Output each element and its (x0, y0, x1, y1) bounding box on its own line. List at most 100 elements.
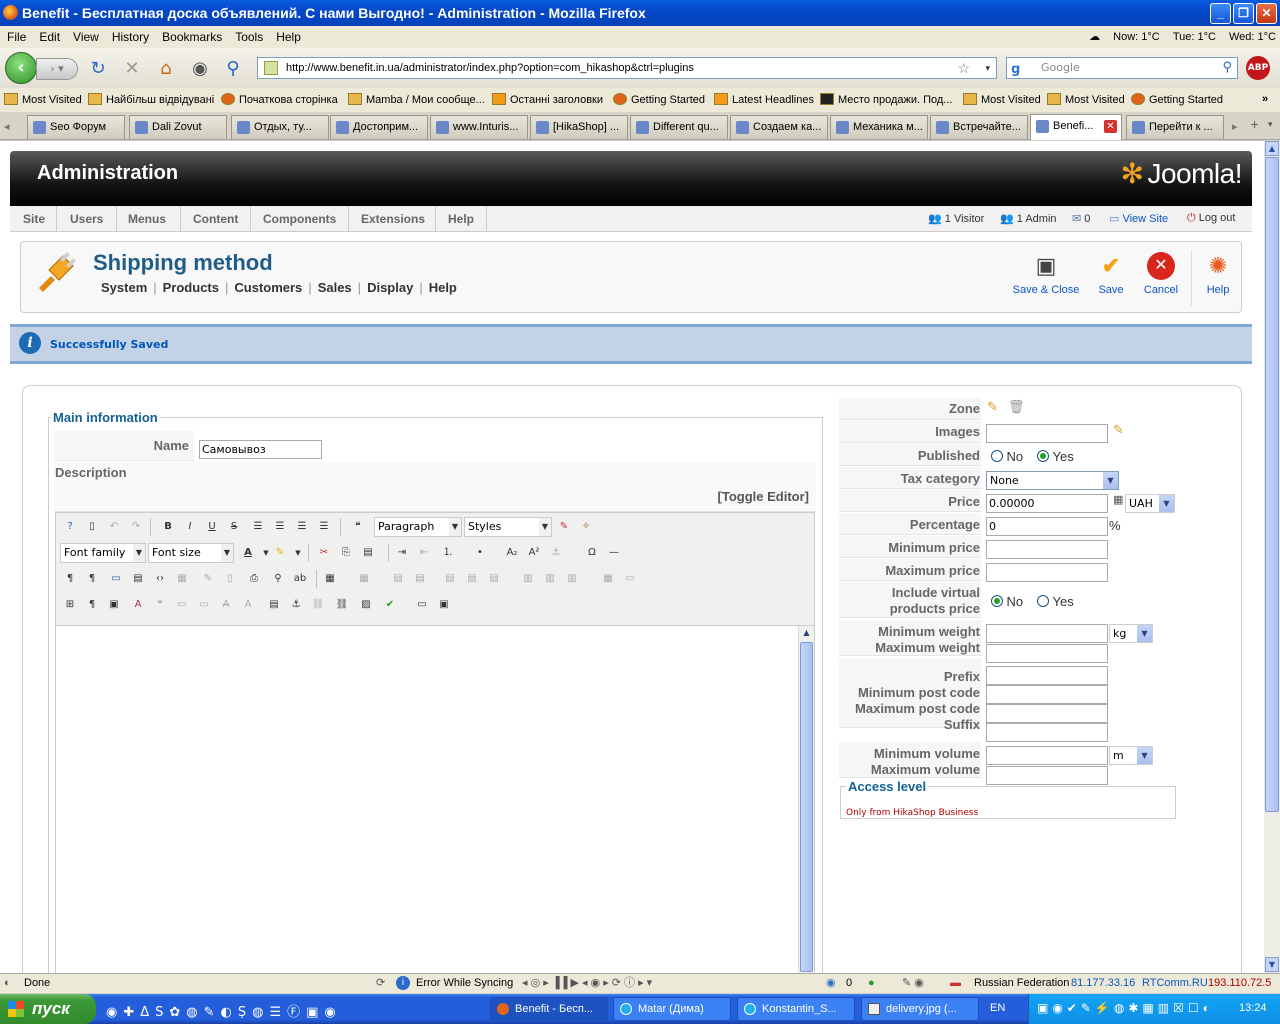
maximum-weight-input[interactable] (986, 644, 1108, 663)
editor-help-icon[interactable]: ? (60, 517, 80, 537)
tab[interactable]: Seo Форум (27, 115, 125, 139)
template-icon[interactable]: ▦ (172, 569, 192, 589)
new-document-icon[interactable]: ▯ (82, 517, 102, 537)
page-scroll-thumb[interactable] (1265, 157, 1279, 812)
paragraph-format-select[interactable]: Paragraph ▼ (374, 517, 462, 537)
tab[interactable]: Достоприм... (330, 115, 428, 139)
menu-tools[interactable]: Tools (228, 26, 269, 44)
admin-menu-content[interactable]: Content (193, 212, 238, 226)
strikethrough-icon[interactable]: S (224, 517, 244, 537)
bookmark-item[interactable]: Getting Started (613, 93, 705, 106)
ins-icon[interactable]: A (238, 595, 258, 615)
url-dropdown-icon[interactable]: ▾ (985, 58, 990, 78)
text-color-icon[interactable]: A (238, 543, 258, 563)
virtual-yes-radio[interactable] (1037, 595, 1049, 607)
menu-help[interactable]: Help (269, 26, 307, 44)
cite-icon[interactable]: ✎ (198, 569, 218, 589)
published-no-option[interactable]: No (991, 449, 1023, 464)
menu-view[interactable]: View (66, 26, 105, 44)
bookmark-item[interactable]: Getting Started (1131, 93, 1223, 106)
row-before-icon[interactable]: ▤ (440, 569, 460, 589)
acronym-icon[interactable]: ▭ (172, 595, 192, 615)
tab-scroll-left-icon[interactable]: ◂ (4, 120, 10, 133)
minimum-volume-input[interactable] (986, 746, 1108, 765)
bookmark-star-icon[interactable]: ☆ (957, 58, 970, 78)
find-icon[interactable]: ⚲ (268, 569, 288, 589)
bookmark-item[interactable]: Останні заголовки (492, 93, 603, 106)
admin-menu-users[interactable]: Users (70, 212, 103, 226)
edit-icon[interactable]: ✎ (1113, 423, 1124, 438)
minimum-price-input[interactable] (986, 540, 1108, 559)
del-icon[interactable]: A (216, 595, 236, 615)
attributes-icon[interactable]: ▤ (264, 595, 284, 615)
sync-icon[interactable]: ⟳ (376, 974, 385, 993)
ip-address-2[interactable]: 193.110.72.5 (1208, 974, 1271, 993)
underline-icon[interactable]: U (202, 517, 222, 537)
submenu-system[interactable]: System (98, 280, 150, 295)
spellcheck-icon[interactable]: ✔ (380, 595, 400, 615)
bookmark-item[interactable]: Место продажи. Под... (820, 93, 952, 106)
bookmarks-overflow-icon[interactable]: » (1262, 93, 1268, 105)
published-no-radio[interactable] (991, 450, 1003, 462)
ip-address-1[interactable]: 81.177.33.16 (1071, 974, 1135, 993)
minimize-button[interactable]: _ (1210, 3, 1231, 24)
volume-unit-select[interactable]: m ▼ (1109, 746, 1153, 765)
rtl-icon[interactable]: ¶ (82, 569, 102, 589)
maximum-price-input[interactable] (986, 563, 1108, 582)
print-icon[interactable]: ⎙ (244, 569, 264, 589)
admin-menu-menus[interactable]: Menus (128, 212, 166, 226)
bookmark-item[interactable]: Latest Headlines (714, 93, 814, 106)
unlink-icon[interactable]: ⛓ (308, 595, 328, 615)
magnifier-icon[interactable]: ⚲ (1222, 58, 1232, 78)
italic-icon[interactable]: I (180, 517, 200, 537)
highlight-icon[interactable]: ✎ (270, 543, 290, 563)
currency-select[interactable]: UAH ▼ (1125, 494, 1175, 513)
styles-select[interactable]: Styles ▼ (464, 517, 552, 537)
images-field[interactable] (986, 424, 1108, 443)
tab-list-icon[interactable]: ▾ (1268, 120, 1273, 130)
price-input[interactable]: 0.00000 (986, 494, 1108, 513)
tab[interactable]: Перейти к ... (1126, 115, 1224, 139)
submenu-products[interactable]: Products (160, 280, 222, 295)
image-icon[interactable]: ▨ (356, 595, 376, 615)
col-before-icon[interactable]: ▥ (518, 569, 538, 589)
home-icon[interactable]: ⌂ (155, 58, 177, 80)
search-field[interactable]: g Google ⚲ (1006, 57, 1238, 79)
table-icon[interactable]: ▦ (320, 569, 340, 589)
anchor-icon[interactable]: ⚓ (546, 543, 566, 563)
addon-icons[interactable]: ◂ ◎ ▸ ▐▐ ▶ ◂ ◉ ▸ ⟳ ⓘ ▸ ▾ (522, 974, 652, 993)
url-field[interactable]: http://www.benefit.in.ua/administrator/i… (257, 57, 997, 79)
submenu-display[interactable]: Display (364, 280, 416, 295)
tab[interactable]: Встречайте... (930, 115, 1028, 139)
isp-link[interactable]: RTComm.RU (1142, 974, 1208, 993)
pagebreak-icon[interactable]: ▭ (412, 595, 432, 615)
split-cells-icon[interactable]: ▦ (598, 569, 618, 589)
submenu-customers[interactable]: Customers (231, 280, 305, 295)
virtual-yes-option[interactable]: Yes (1037, 594, 1074, 609)
tab[interactable]: Отдых, ту... (231, 115, 329, 139)
copy-icon[interactable]: ⎘ (336, 543, 356, 563)
taskbar-item-skype-1[interactable]: Matar (Дима) (613, 997, 731, 1021)
menu-bookmarks[interactable]: Bookmarks (155, 26, 228, 44)
toggle-editor-link[interactable]: [Toggle Editor] (713, 489, 809, 504)
tool-icon[interactable]: ✎ ◉ (902, 974, 924, 993)
admin-menu-extensions[interactable]: Extensions (361, 212, 425, 226)
chevron-down-icon[interactable]: ▼ (288, 543, 308, 563)
cut-icon[interactable]: ✂ (314, 543, 334, 563)
merge-cells-icon[interactable]: ▭ (620, 569, 640, 589)
horizontal-rule-icon[interactable]: — (604, 543, 624, 563)
superscript-icon[interactable]: A² (524, 543, 544, 563)
tab[interactable]: Different qu... (630, 115, 728, 139)
editor-scroll-thumb[interactable] (800, 642, 813, 972)
edit-icon[interactable]: ✎ (987, 400, 998, 415)
trash-icon[interactable]: 🗑 (1008, 400, 1025, 415)
row-after-icon[interactable]: ▤ (462, 569, 482, 589)
taskbar-item-image[interactable]: delivery.jpg (... (861, 997, 979, 1021)
bold-icon[interactable]: B (158, 517, 178, 537)
help-button[interactable]: ✺ Help (1201, 252, 1235, 296)
bookmark-item[interactable]: Mamba / Мои сообще... (348, 93, 485, 106)
back-button[interactable]: ‹ (5, 52, 37, 84)
suffix-input[interactable] (986, 723, 1108, 742)
tab[interactable]: Создаем ка... (730, 115, 828, 139)
visual-aid-icon[interactable]: ⊞ (60, 595, 80, 615)
